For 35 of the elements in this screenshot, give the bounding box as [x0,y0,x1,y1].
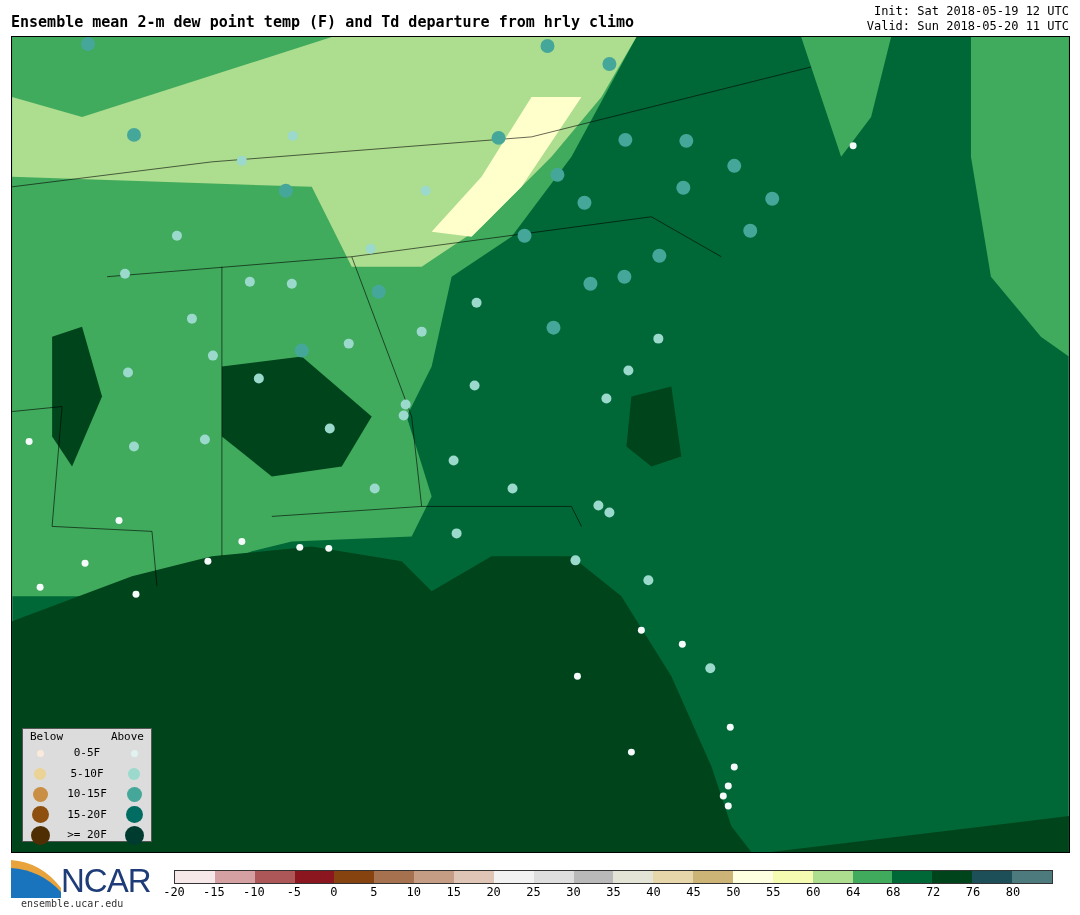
tick-label: 68 [885,886,901,899]
tick-label: 35 [606,886,621,899]
tick-label: -5 [286,886,302,899]
logo-text: NCAR [61,864,151,898]
legend-label: 15-20F [67,806,107,823]
init-time: Init: Sat 2018-05-19 12 UTC [873,4,1069,19]
tick-label: -15 [203,886,225,899]
legend-label: 5-10F [70,765,104,782]
tick-label: 60 [806,886,821,899]
tick-label: 76 [965,886,981,899]
tick-label: 5 [370,886,378,899]
tick-label: 10 [406,886,421,899]
tick-label: 80 [1005,886,1021,899]
tick-label: 72 [925,886,941,899]
tick-label: 64 [846,886,861,899]
legend-heading: Above [110,730,144,743]
tick-label: 45 [686,886,701,899]
logo-swoosh-icon [11,858,61,898]
tick-label: 55 [766,886,781,899]
tick-label: 20 [486,886,501,899]
website-url: ensemble.ucar.edu [20,898,125,910]
legend-label: 10-15F [67,786,107,802]
tick-label: 50 [726,886,741,899]
tick-label: -10 [243,886,265,899]
tick-label: 25 [526,886,541,899]
legend-label: 0-5F [73,745,101,761]
tick-label: -20 [163,886,185,899]
tick-label: 40 [646,886,661,899]
legend-label: >= 20F [67,827,107,843]
tick-label: 0 [330,886,338,899]
tick-label: 30 [566,886,581,899]
tick-label: 15 [446,886,461,899]
valid-time: Valid: Sun 2018-05-20 11 UTC [866,19,1069,34]
chart-title: Ensemble mean 2-m dew point temp (F) and Td departure from hrly climo [11,15,635,33]
legend-heading: Below [30,730,64,743]
